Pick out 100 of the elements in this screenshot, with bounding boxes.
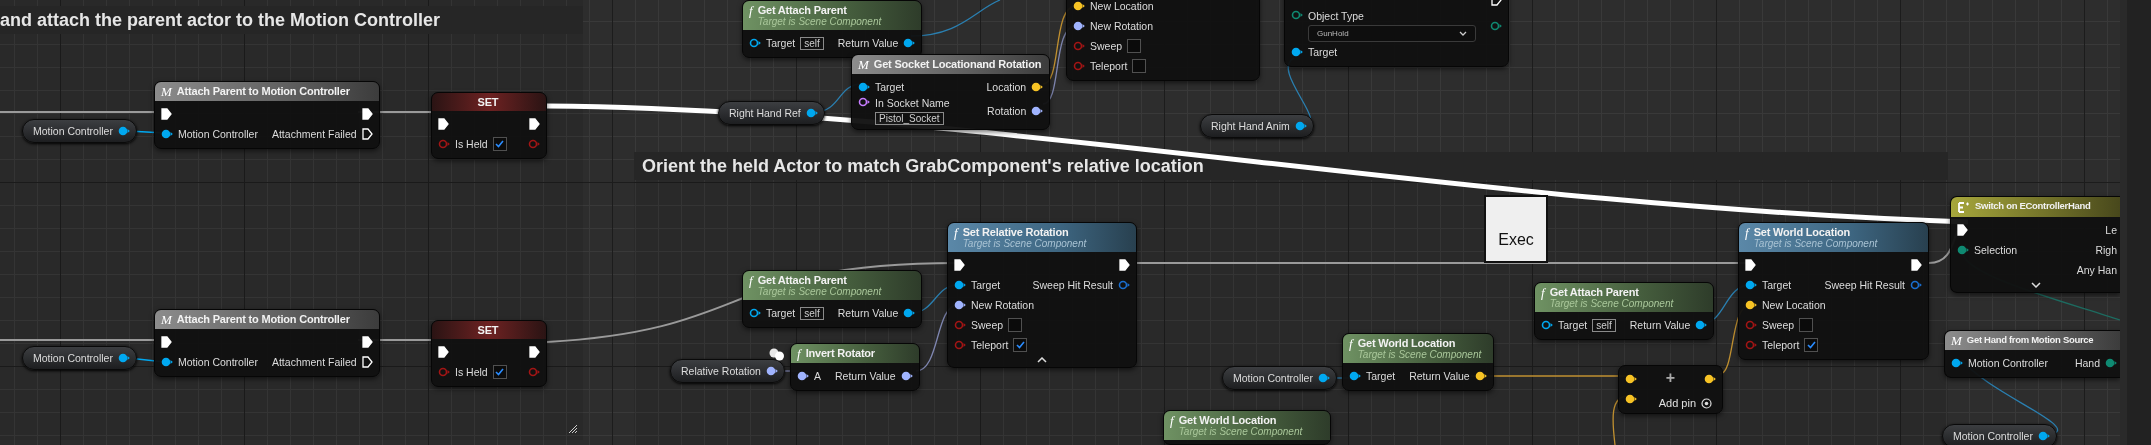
exec-pin-icon[interactable] xyxy=(361,108,373,120)
pin-icon[interactable] xyxy=(1745,300,1757,310)
exec-pin-icon[interactable] xyxy=(1957,224,1968,236)
exec-pin-icon[interactable] xyxy=(1119,259,1130,271)
pin-icon[interactable] xyxy=(954,280,966,290)
function-node[interactable]: f Get Attach Parent Target is Scene Component Target self Return Value xyxy=(742,0,923,58)
exec-pin-icon[interactable] xyxy=(1911,259,1922,271)
checkbox[interactable] xyxy=(492,137,507,151)
function-node[interactable]: New Location New Rotation Sweep Teleport xyxy=(1066,0,1260,81)
pin-icon[interactable] xyxy=(161,357,173,367)
chevron-down-icon[interactable] xyxy=(2030,282,2041,288)
add-node[interactable]: + Add pin xyxy=(1618,365,1723,414)
variable-node[interactable]: Relative Rotation xyxy=(670,359,785,383)
exec-pin-icon[interactable] xyxy=(361,128,373,140)
pin-icon[interactable] xyxy=(1317,373,1330,383)
exec-pin-icon[interactable] xyxy=(529,346,540,358)
pin-icon[interactable] xyxy=(954,300,966,310)
function-node[interactable]: f Set World Location Target is Scene Component Target Sweep Hit Result New Location Sweep Teleport xyxy=(1738,222,1929,360)
node-icon: M xyxy=(858,58,869,71)
pin-icon[interactable] xyxy=(903,308,916,318)
exec-pin-icon[interactable] xyxy=(438,346,449,358)
add-pin-button[interactable]: Add pin xyxy=(1658,397,1712,409)
pin-icon[interactable] xyxy=(1625,374,1637,384)
pin-label: Location xyxy=(986,81,1027,93)
variable-node[interactable]: Motion Controller xyxy=(1942,424,2057,445)
pin-icon[interactable] xyxy=(1625,394,1637,404)
pin-icon[interactable] xyxy=(1704,374,1716,384)
exec-pin-icon[interactable] xyxy=(438,118,449,130)
node-title: Set World Location xyxy=(1753,226,1852,238)
exec-pin-icon[interactable] xyxy=(161,336,172,348)
checkbox[interactable] xyxy=(1132,59,1147,73)
checkbox[interactable] xyxy=(1008,318,1023,332)
pin-icon[interactable] xyxy=(117,353,130,363)
pin-label: Le xyxy=(2105,224,2117,236)
pin-icon[interactable] xyxy=(117,126,130,136)
pin-icon[interactable] xyxy=(900,371,913,381)
function-node[interactable]: f Get Attach Parent Target is Scene Component Target self Return Value xyxy=(742,270,923,328)
exec-pin-icon[interactable] xyxy=(361,336,373,348)
pin-icon[interactable] xyxy=(858,82,870,92)
pin-icon[interactable] xyxy=(1031,82,1044,92)
pin-icon[interactable] xyxy=(805,108,818,118)
pin-icon[interactable] xyxy=(1745,280,1757,290)
resize-grip-icon[interactable] xyxy=(568,424,578,434)
comment-title[interactable]: and attach the parent actor to the Motion Controller xyxy=(0,6,583,34)
pin-icon[interactable] xyxy=(1294,121,1307,131)
variable-node[interactable]: Right Hand Anim xyxy=(1200,114,1314,138)
comment-bubble-icon[interactable] xyxy=(769,348,785,361)
macro-node[interactable]: M Get Socket Locationand Rotation Target Location In Socket Name Pistol_Socket Rotation xyxy=(851,54,1051,130)
variable-node[interactable]: Motion Controller xyxy=(1222,366,1337,390)
checkbox[interactable] xyxy=(1127,39,1142,53)
exec-pin-icon[interactable] xyxy=(529,118,540,130)
exec-pin-icon[interactable] xyxy=(1745,259,1756,271)
pin-icon[interactable] xyxy=(1291,47,1303,57)
pin-icon[interactable] xyxy=(749,308,761,318)
variable-node[interactable]: Motion Controller xyxy=(22,119,137,143)
set-node[interactable]: SET Is Held xyxy=(431,320,547,387)
checkbox[interactable] xyxy=(492,365,507,379)
default-value-field[interactable]: self xyxy=(800,36,824,50)
pin-icon[interactable] xyxy=(1474,371,1487,381)
switch-node[interactable]: Switch on EControllerHand Le Selection Righ Any Han xyxy=(1950,196,2120,293)
function-node[interactable]: f Get Attach Parent Target is Scene Component Target self Return Value xyxy=(1534,282,1715,340)
dropdown[interactable]: GunHold xyxy=(1308,25,1476,42)
node-icon: f xyxy=(749,4,753,17)
pin-icon[interactable] xyxy=(797,371,809,381)
pin-icon[interactable] xyxy=(1031,106,1044,116)
exec-pin-icon[interactable] xyxy=(361,356,373,368)
pin-icon[interactable] xyxy=(1073,1,1085,11)
comment-title[interactable]: Orient the held Actor to match GrabComponent's relative location xyxy=(634,152,1948,180)
function-node[interactable]: f Invert Rotator A Return Value xyxy=(790,343,920,391)
pin-icon[interactable] xyxy=(903,38,916,48)
pin-icon[interactable] xyxy=(1951,358,1963,368)
pin-icon[interactable] xyxy=(1695,320,1708,330)
pin-icon[interactable] xyxy=(1073,21,1085,31)
pin-icon[interactable] xyxy=(1349,371,1361,381)
pin-icon[interactable] xyxy=(858,97,870,107)
exec-pin-icon[interactable] xyxy=(954,259,965,271)
function-node[interactable]: f Get World Location Target is Scene Component Target Return Value xyxy=(1342,333,1494,391)
variable-node[interactable]: Motion Controller xyxy=(22,346,137,370)
pin-icon[interactable] xyxy=(765,366,778,376)
function-node[interactable]: f Get World Location Target is Scene Component xyxy=(1163,410,1331,445)
set-node[interactable]: SET Is Held xyxy=(431,92,547,159)
pin-icon[interactable] xyxy=(161,129,173,139)
exec-pin-icon[interactable] xyxy=(161,108,172,120)
checkbox[interactable] xyxy=(1013,338,1028,352)
macro-node[interactable]: M Attach Parent to Motion Controller Motion Controller Attachment Failed xyxy=(154,81,380,149)
default-value-field[interactable]: self xyxy=(800,306,824,320)
macro-node[interactable]: M Attach Parent to Motion Controller Motion Controller Attachment Failed xyxy=(154,309,380,377)
pin-icon[interactable] xyxy=(1541,320,1553,330)
function-node[interactable]: f Set Relative Rotation Target is Scene Component Target Sweep Hit Result New Rotation Sweep Teleport xyxy=(947,222,1137,368)
chevron-up-icon[interactable] xyxy=(1037,357,1047,363)
pin-icon[interactable] xyxy=(2037,431,2050,441)
variable-node[interactable]: Right Hand Ref xyxy=(718,101,825,125)
pin-icon[interactable] xyxy=(749,38,761,48)
function-node[interactable]: Object Type GunHold Target xyxy=(1284,0,1509,67)
checkbox[interactable] xyxy=(1804,338,1819,352)
default-value-field[interactable]: Pistol_Socket xyxy=(875,112,944,125)
macro-node[interactable]: M Get Hand from Motion Source Motion Controller Hand xyxy=(1944,330,2120,378)
checkbox[interactable] xyxy=(1799,318,1814,332)
pin-label: Motion Controller xyxy=(178,128,258,140)
default-value-field[interactable]: self xyxy=(1592,318,1616,332)
